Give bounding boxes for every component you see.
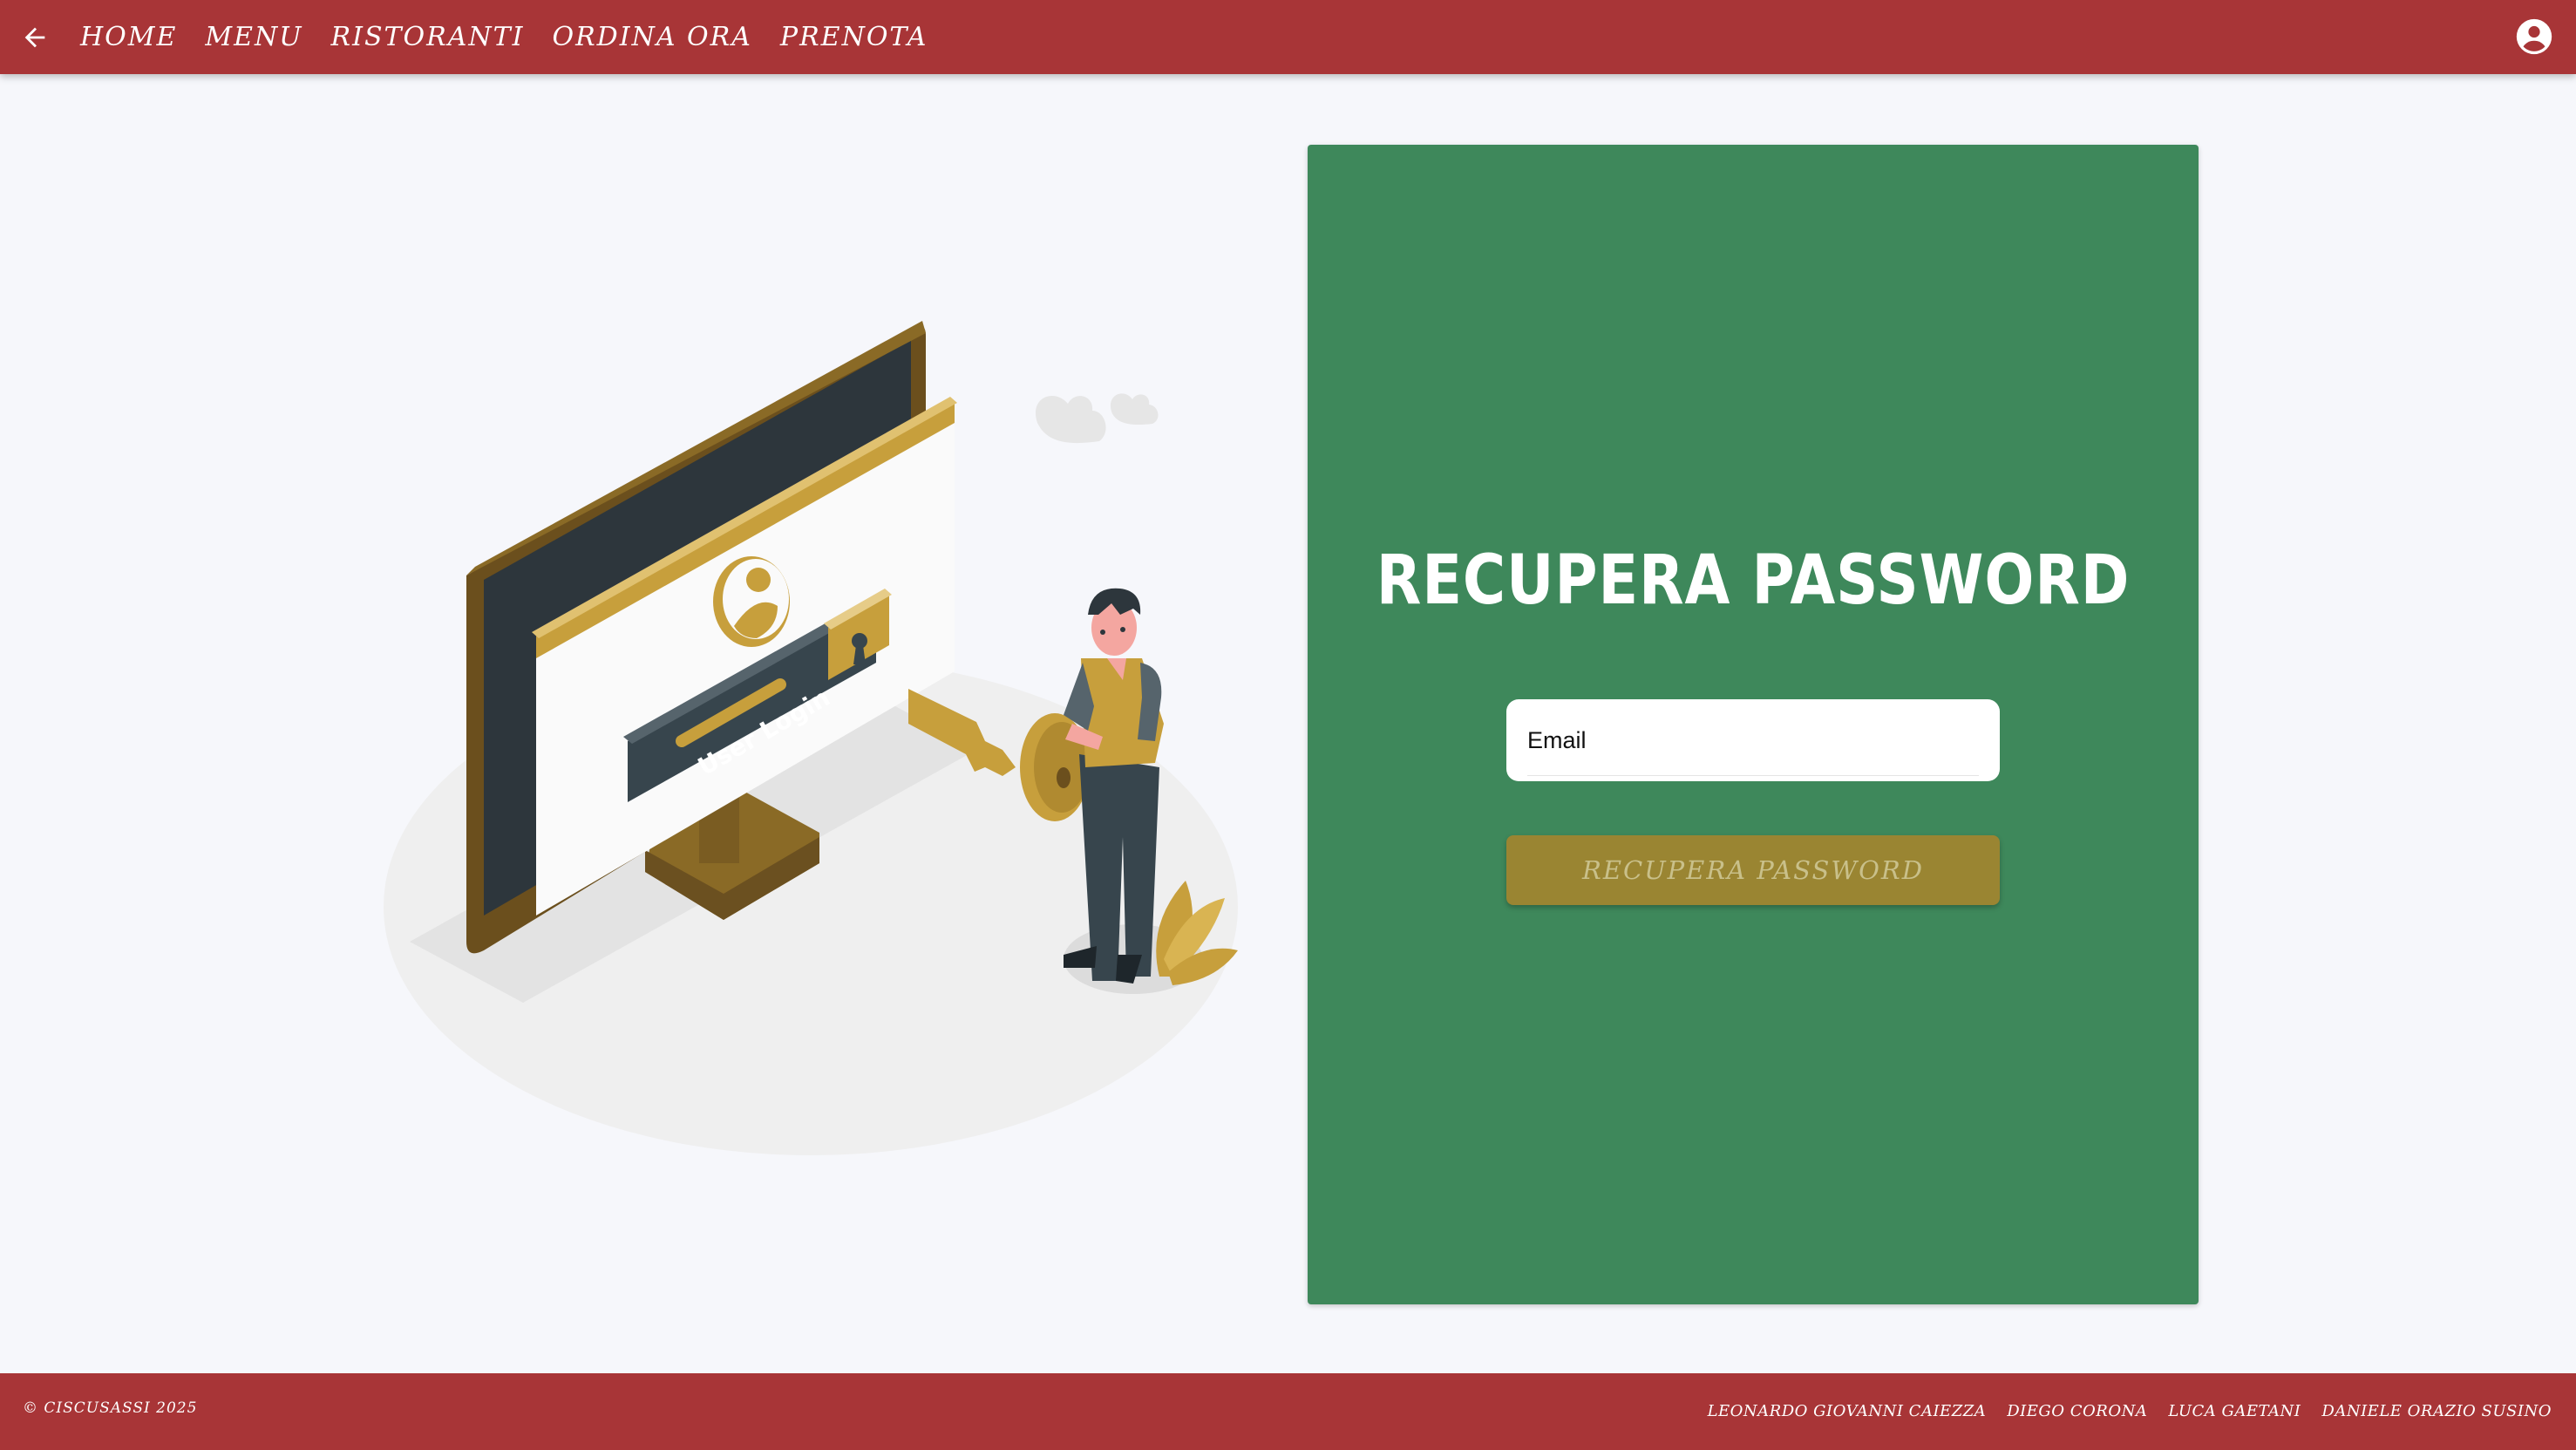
nav-menu[interactable]: MENU [205, 22, 302, 52]
authors-list: LEONARDO GIOVANNI CAIEZZA DIEGO CORONA L… [1687, 1402, 2552, 1420]
account-circle-icon [2516, 18, 2552, 55]
top-navbar: HOME MENU RISTORANTI ORDINA ORA PRENOTA [0, 0, 2576, 74]
recover-password-button[interactable]: RECUPERA PASSWORD [1506, 835, 2000, 905]
footer: © CISCUSASSI 2025 LEONARDO GIOVANNI CAIE… [0, 1373, 2576, 1450]
email-field[interactable] [1506, 699, 2000, 781]
nav-prenota[interactable]: PRENOTA [780, 22, 928, 52]
user-login-illustration: User Login [375, 314, 1247, 1168]
email-input[interactable] [1527, 726, 2000, 754]
email-field-underline [1527, 775, 1979, 776]
nav-ristoranti[interactable]: RISTORANTI [331, 22, 525, 52]
author-name: LEONARDO GIOVANNI CAIEZZA [1707, 1402, 1987, 1420]
arrow-left-icon [24, 27, 45, 47]
author-name: DIEGO CORONA [2007, 1402, 2148, 1420]
author-name: LUCA GAETANI [2168, 1402, 2301, 1420]
main-nav: HOME MENU RISTORANTI ORDINA ORA PRENOTA [70, 22, 955, 52]
copyright-text: © CISCUSASSI 2025 [23, 1399, 198, 1417]
account-button[interactable] [2515, 17, 2553, 56]
back-button[interactable] [0, 0, 70, 74]
nav-ordina-ora[interactable]: ORDINA ORA [553, 22, 752, 52]
recover-password-card: RECUPERA PASSWORD RECUPERA PASSWORD [1308, 145, 2199, 1304]
nav-home[interactable]: HOME [80, 22, 177, 52]
page-title: RECUPERA PASSWORD [1376, 541, 2131, 620]
author-name: DANIELE ORAZIO SUSINO [2321, 1402, 2552, 1420]
